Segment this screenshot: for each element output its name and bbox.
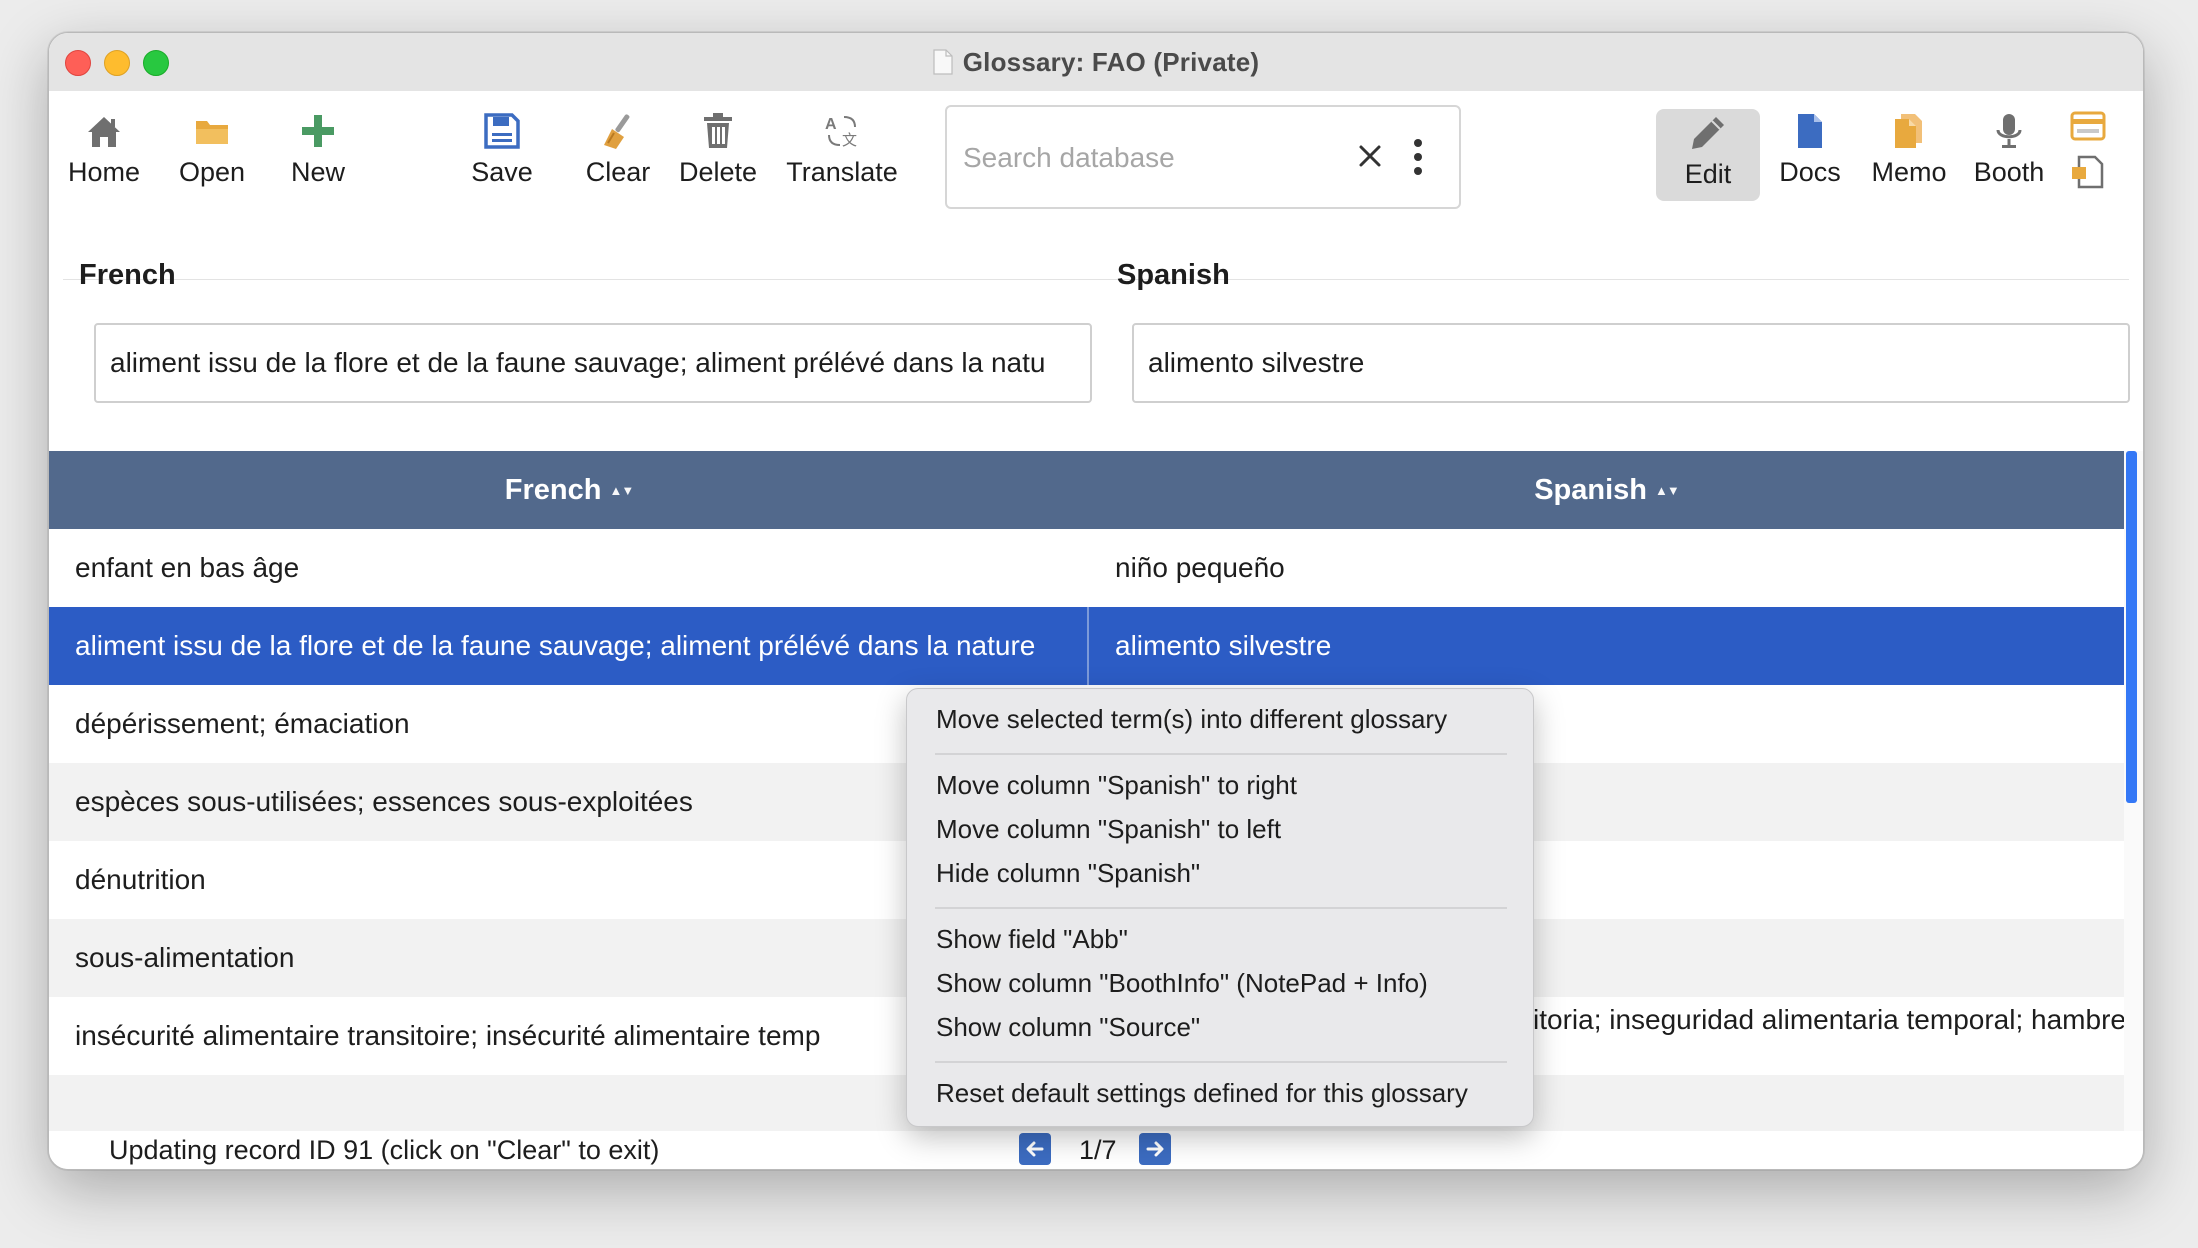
open-label: Open	[178, 157, 246, 187]
broom-icon	[604, 114, 630, 149]
memo-label: Memo	[1871, 157, 1947, 187]
panel-icon[interactable]	[2069, 109, 2107, 143]
menu-item-hide-column[interactable]: Hide column "Spanish"	[936, 855, 1200, 891]
booth-button[interactable]: Booth	[1967, 107, 2051, 197]
menu-separator	[935, 1061, 1507, 1063]
title-bar: Glossary: FAO (Private)	[49, 33, 2143, 92]
memo-button[interactable]: Memo	[1867, 107, 1951, 197]
cell-french: aliment issu de la flore et de la faune …	[49, 607, 1089, 685]
folder-icon	[196, 121, 228, 144]
menu-item-show-column-boothinfo[interactable]: Show column "BoothInfo" (NotePad + Info)	[936, 965, 1428, 1001]
menu-separator	[935, 753, 1507, 755]
home-label: Home	[67, 157, 141, 187]
docs-label: Docs	[1779, 157, 1841, 187]
docs-button[interactable]: Docs	[1775, 107, 1845, 197]
svg-text:A: A	[825, 116, 837, 133]
french-field-label: French	[79, 259, 176, 291]
previous-page-button[interactable]	[1019, 1133, 1051, 1165]
menu-item-move-column-left[interactable]: Move column "Spanish" to left	[936, 811, 1281, 847]
window-title-text: Glossary: FAO (Private)	[962, 46, 1260, 77]
clear-label: Clear	[585, 157, 651, 187]
clear-button[interactable]: Clear	[583, 107, 653, 197]
arrow-right-icon	[1146, 1141, 1164, 1157]
pencil-icon	[1692, 117, 1724, 149]
window-title: Glossary: FAO (Private)	[49, 33, 2143, 91]
search-box	[945, 105, 1461, 209]
column-header-spanish-label: Spanish	[1534, 473, 1648, 506]
arrow-left-icon	[1026, 1141, 1044, 1157]
spanish-term-field[interactable]: alimento silvestre	[1132, 323, 2130, 403]
floppy-disk-icon	[484, 113, 520, 149]
grid-header: French ▲▼ Spanish ▲▼	[49, 451, 2124, 529]
status-message: Updating record ID 91 (click on "Clear" …	[109, 1135, 660, 1165]
open-button[interactable]: Open	[177, 107, 247, 197]
french-term-field[interactable]: aliment issu de la flore et de la faune …	[94, 323, 1092, 403]
new-label: New	[290, 157, 345, 187]
menu-item-move-column-right[interactable]: Move column "Spanish" to right	[936, 767, 1297, 803]
context-menu: Move selected term(s) into different glo…	[906, 688, 1534, 1127]
memo-icon	[1895, 114, 1922, 148]
cell-spanish: alimento silvestre	[1115, 630, 1332, 661]
cell-french: enfant en bas âge	[75, 552, 300, 583]
document-icon	[1798, 114, 1822, 148]
export-file-icon[interactable]	[2069, 153, 2107, 191]
translate-icon: A 文	[825, 116, 857, 149]
toolbar: Home Open New Save Clear Delete A 文 Tran…	[49, 91, 2143, 280]
status-bar: Updating record ID 91 (click on "Clear" …	[49, 1131, 2143, 1169]
app-window: Glossary: FAO (Private) Home Open New Sa…	[48, 32, 2144, 1170]
column-header-french[interactable]: French ▲▼	[49, 451, 1089, 529]
svg-text:文: 文	[842, 131, 857, 149]
page-indicator: 1/7	[1079, 1135, 1117, 1165]
more-options-icon[interactable]	[1412, 137, 1424, 177]
save-button[interactable]: Save	[467, 107, 537, 197]
sort-icon: ▲▼	[1655, 482, 1680, 498]
sort-icon: ▲▼	[609, 482, 634, 498]
column-header-spanish[interactable]: Spanish ▲▼	[1089, 451, 2124, 529]
column-header-french-label: French	[504, 473, 602, 506]
home-icon	[88, 117, 120, 147]
menu-item-show-column-source[interactable]: Show column "Source"	[936, 1009, 1200, 1045]
search-input[interactable]	[961, 135, 1345, 181]
save-label: Save	[471, 157, 533, 187]
home-button[interactable]: Home	[67, 107, 141, 197]
toolbar-divider	[63, 279, 2129, 280]
menu-item-move-to-glossary[interactable]: Move selected term(s) into different glo…	[936, 701, 1447, 737]
microphone-icon	[1996, 114, 2022, 148]
new-button[interactable]: New	[283, 107, 353, 197]
menu-separator	[935, 907, 1507, 909]
delete-button[interactable]: Delete	[675, 107, 761, 197]
table-row[interactable]: enfant en bas âge niño pequeño	[49, 529, 2124, 607]
edit-button[interactable]: Edit	[1656, 109, 1760, 201]
document-icon	[933, 49, 953, 75]
grid-scrollbar-thumb[interactable]	[2126, 451, 2137, 803]
plus-icon	[302, 115, 334, 147]
clear-search-icon[interactable]	[1352, 138, 1388, 174]
spanish-field-label: Spanish	[1117, 259, 1230, 291]
booth-label: Booth	[1973, 157, 2045, 187]
next-page-button[interactable]	[1139, 1133, 1171, 1165]
translate-button[interactable]: A 文 Translate	[783, 107, 901, 197]
edit-label: Edit	[1684, 159, 1732, 189]
menu-item-reset-defaults[interactable]: Reset default settings defined for this …	[936, 1075, 1468, 1111]
delete-label: Delete	[678, 157, 758, 187]
cell-spanish: niño pequeño	[1115, 552, 1285, 583]
menu-item-show-field-abb[interactable]: Show field "Abb"	[936, 921, 1128, 957]
table-row-selected[interactable]: aliment issu de la flore et de la faune …	[49, 607, 2124, 685]
translate-label: Translate	[786, 157, 898, 187]
trash-icon	[704, 113, 732, 148]
